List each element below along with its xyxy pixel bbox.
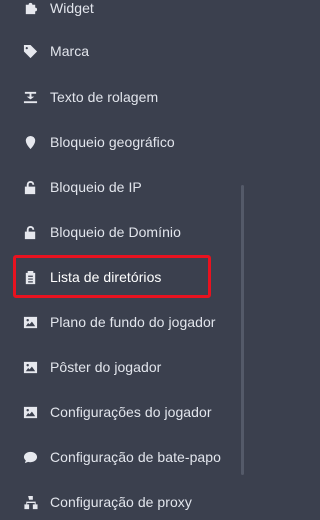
sidebar-menu: Widget Marca Texto de rolagem Bloqueio g… [0, 0, 249, 520]
puzzle-icon [22, 0, 38, 16]
sidebar-item-label: Bloqueio geográfico [50, 134, 175, 150]
image-icon [22, 404, 38, 420]
chat-bubble-icon [22, 449, 38, 465]
sidebar-item-bloqueio-de-dominio[interactable]: Bloqueio de Domínio [22, 219, 181, 245]
location-pin-icon [22, 134, 38, 150]
sidebar-item-marca[interactable]: Marca [22, 38, 89, 64]
sidebar-item-label: Bloqueio de Domínio [50, 224, 181, 240]
sidebar-item-widget[interactable]: Widget [22, 0, 94, 21]
sidebar-item-poster-do-jogador[interactable]: Pôster do jogador [22, 354, 161, 380]
text-scroll-icon [22, 89, 38, 105]
sidebar-item-label: Plano de fundo do jogador [50, 314, 216, 330]
network-icon [22, 494, 38, 510]
sidebar-item-label: Bloqueio de IP [50, 179, 142, 195]
sidebar-item-label: Pôster do jogador [50, 359, 162, 375]
image-icon [22, 359, 38, 375]
sidebar-item-label: Configurações do jogador [50, 404, 212, 420]
sidebar-item-label: Texto de rolagem [50, 89, 159, 105]
sidebar-item-configuracao-de-bate-papo[interactable]: Configuração de bate-papo [22, 444, 221, 470]
sidebar-item-label: Configuração de bate-papo [50, 449, 221, 465]
sidebar-item-texto-de-rolagem[interactable]: Texto de rolagem [22, 84, 158, 110]
scrollbar[interactable] [241, 185, 244, 475]
sidebar-item-label: Configuração de proxy [50, 494, 192, 510]
sidebar-item-configuracoes-do-jogador[interactable]: Configurações do jogador [22, 399, 212, 425]
sidebar-item-bloqueio-geografico[interactable]: Bloqueio geográfico [22, 129, 175, 155]
image-icon [22, 314, 38, 330]
unlock-icon [22, 224, 38, 240]
sidebar-item-label: Widget [50, 0, 94, 16]
unlock-icon [22, 179, 38, 195]
sidebar-item-plano-de-fundo-do-jogador[interactable]: Plano de fundo do jogador [22, 309, 216, 335]
tag-icon [22, 43, 38, 59]
sidebar-item-configuracao-de-proxy[interactable]: Configuração de proxy [22, 489, 192, 515]
sidebar-item-bloqueio-de-ip[interactable]: Bloqueio de IP [22, 174, 142, 200]
selection-highlight [13, 255, 211, 298]
sidebar-item-label: Marca [50, 43, 90, 59]
